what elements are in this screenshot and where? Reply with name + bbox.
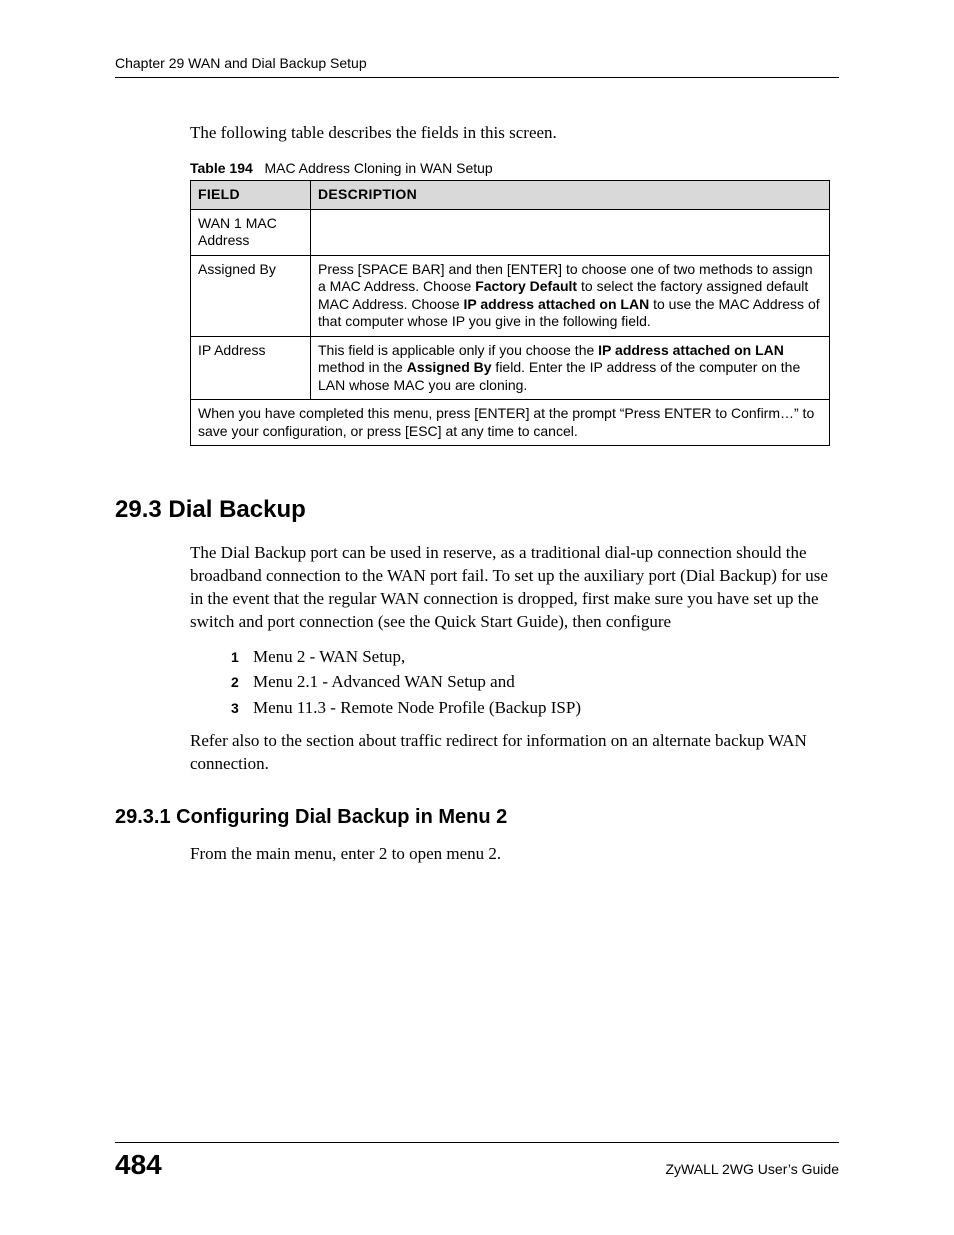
page-footer: 484 ZyWALL 2WG User’s Guide: [115, 1142, 839, 1181]
table-row-footer: When you have completed this menu, press…: [191, 400, 830, 446]
cell-field: Assigned By: [191, 255, 311, 336]
table-row: IP Address This field is applicable only…: [191, 336, 830, 400]
numbered-list: Menu 2 - WAN Setup, Menu 2.1 - Advanced …: [231, 644, 839, 721]
section-paragraph: The Dial Backup port can be used in rese…: [190, 542, 839, 634]
table-header-row: FIELD DESCRIPTION: [191, 181, 830, 210]
cell-footer: When you have completed this menu, press…: [191, 400, 830, 446]
page-number: 484: [115, 1149, 162, 1181]
cell-desc: This field is applicable only if you cho…: [311, 336, 830, 400]
list-item: Menu 11.3 - Remote Node Profile (Backup …: [231, 695, 839, 721]
cell-desc: [311, 209, 830, 255]
th-field: FIELD: [191, 181, 311, 210]
cell-field: WAN 1 MAC Address: [191, 209, 311, 255]
table-caption: Table 194 MAC Address Cloning in WAN Set…: [190, 160, 839, 176]
section-paragraph: From the main menu, enter 2 to open menu…: [190, 843, 839, 866]
mac-cloning-table: FIELD DESCRIPTION WAN 1 MAC Address Assi…: [190, 180, 830, 446]
table-row: WAN 1 MAC Address: [191, 209, 830, 255]
table-label: Table 194: [190, 160, 253, 176]
subsection-heading: 29.3.1 Configuring Dial Backup in Menu 2: [115, 806, 839, 829]
guide-name: ZyWALL 2WG User’s Guide: [666, 1161, 840, 1181]
table-row: Assigned By Press [SPACE BAR] and then […: [191, 255, 830, 336]
list-item: Menu 2 - WAN Setup,: [231, 644, 839, 670]
cell-field: IP Address: [191, 336, 311, 400]
th-description: DESCRIPTION: [311, 181, 830, 210]
running-header: Chapter 29 WAN and Dial Backup Setup: [115, 55, 839, 78]
list-item: Menu 2.1 - Advanced WAN Setup and: [231, 669, 839, 695]
section-paragraph: Refer also to the section about traffic …: [190, 730, 839, 776]
intro-text: The following table describes the fields…: [190, 123, 839, 143]
page: Chapter 29 WAN and Dial Backup Setup The…: [0, 0, 954, 1235]
table-caption-text: MAC Address Cloning in WAN Setup: [264, 160, 492, 176]
cell-desc: Press [SPACE BAR] and then [ENTER] to ch…: [311, 255, 830, 336]
section-heading: 29.3 Dial Backup: [115, 496, 839, 524]
